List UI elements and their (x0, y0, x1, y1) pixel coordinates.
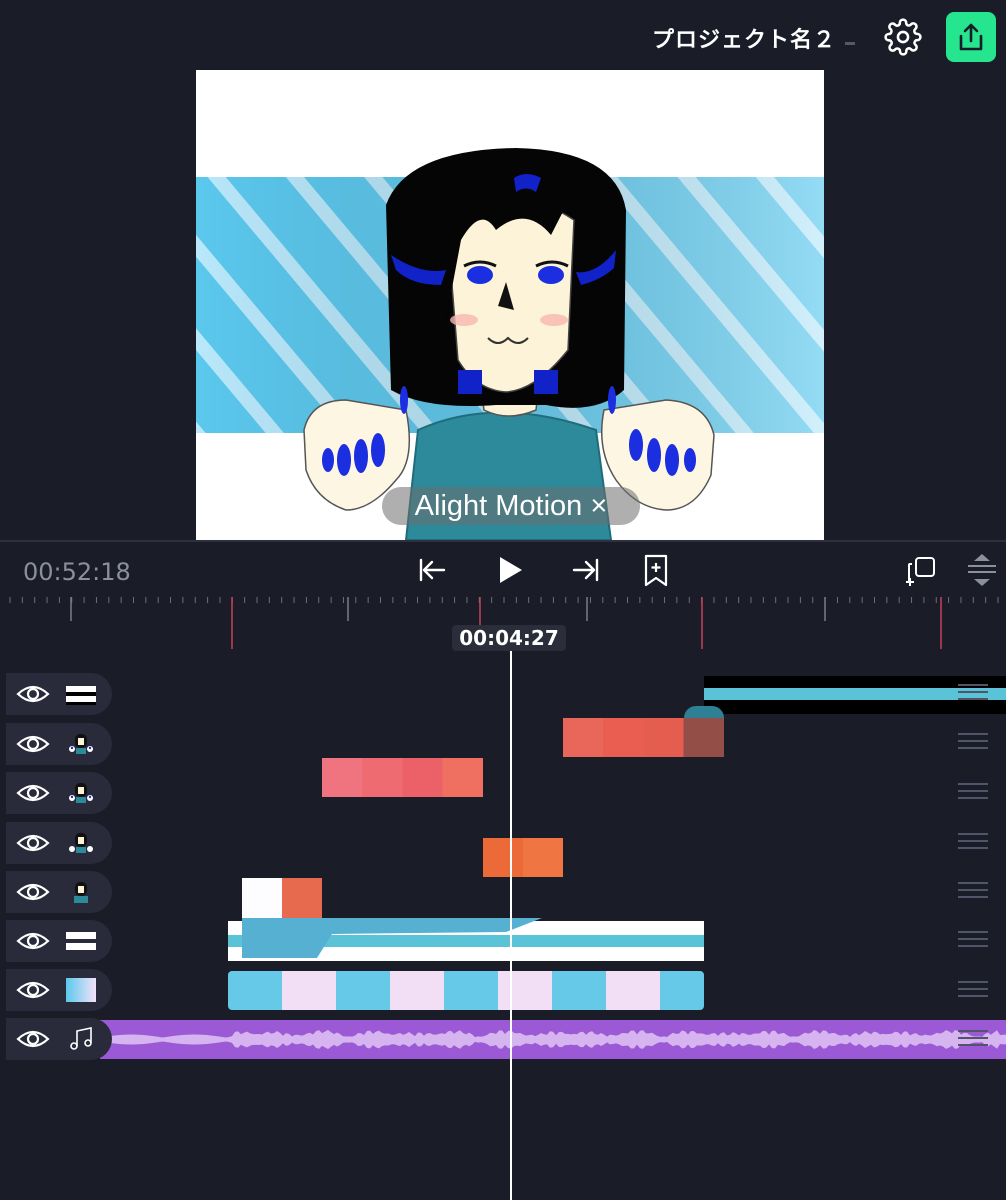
drag-handle-icon[interactable] (958, 981, 988, 999)
drag-handle-icon[interactable] (958, 882, 988, 900)
gear-icon[interactable] (884, 18, 922, 56)
total-time: 00:52:18 (23, 558, 131, 586)
clip-audio[interactable] (100, 1020, 1006, 1059)
skip-to-end-icon[interactable] (570, 554, 602, 590)
eye-icon[interactable] (16, 880, 50, 904)
clip-background[interactable] (228, 971, 704, 1010)
drag-handle-icon[interactable] (958, 1030, 988, 1048)
top-bar: プロジェクト名２ (0, 0, 1006, 70)
clip-character-3[interactable] (483, 838, 563, 877)
project-title[interactable]: プロジェクト名２ (652, 22, 836, 54)
audio-waveform (100, 1029, 1006, 1050)
character-illustration (196, 148, 824, 540)
eye-icon[interactable] (16, 831, 50, 855)
character-thumbnail (74, 882, 88, 903)
watermark-label[interactable]: Alight Motion × (382, 487, 640, 525)
clip-overlap (684, 706, 724, 718)
drag-handle-icon[interactable] (958, 833, 988, 851)
duplicate-layer-icon[interactable] (904, 554, 938, 592)
eye-icon[interactable] (16, 732, 50, 756)
skip-to-start-icon[interactable] (416, 554, 448, 590)
drag-handle-icon[interactable] (958, 733, 988, 751)
track-control-shape-bars (6, 673, 112, 715)
eye-icon[interactable] (16, 682, 50, 706)
track-control-background (6, 969, 112, 1011)
export-button[interactable] (946, 12, 996, 62)
collapse-icon[interactable] (966, 552, 998, 592)
track-control-character-4 (6, 871, 112, 913)
drag-handle-icon[interactable] (958, 684, 988, 702)
character-thumbnail (69, 783, 93, 803)
track-control-character-2 (6, 772, 112, 814)
share-export-icon (959, 23, 983, 51)
gradient-thumbnail (66, 978, 96, 1002)
transport-bar: 00:52:18 (0, 540, 1006, 600)
clip-character-1[interactable] (563, 718, 724, 757)
eye-icon[interactable] (16, 781, 50, 805)
clip-character-4[interactable] (242, 878, 322, 918)
character-thumbnail (69, 734, 93, 754)
track-control-character-1 (6, 723, 112, 765)
track-control-audio (6, 1018, 112, 1060)
track-control-shape-bars-2 (6, 920, 112, 962)
clip-character-2[interactable] (322, 758, 483, 797)
track-control-character-3 (6, 822, 112, 864)
drag-handle-icon[interactable] (958, 783, 988, 801)
eye-icon[interactable] (16, 978, 50, 1002)
title-edit-indicator (845, 42, 855, 45)
preview-canvas[interactable] (196, 70, 824, 540)
bars-icon (66, 932, 96, 950)
add-bookmark-icon[interactable] (642, 554, 670, 592)
character-thumbnail (69, 833, 93, 853)
play-icon[interactable] (494, 554, 526, 590)
playhead-line[interactable] (510, 651, 512, 1200)
eye-icon[interactable] (16, 929, 50, 953)
eye-icon[interactable] (16, 1027, 50, 1051)
playhead-time: 00:04:27 (452, 625, 566, 651)
bars-icon (66, 686, 96, 705)
drag-handle-icon[interactable] (958, 931, 988, 949)
music-note-icon (70, 1027, 92, 1050)
